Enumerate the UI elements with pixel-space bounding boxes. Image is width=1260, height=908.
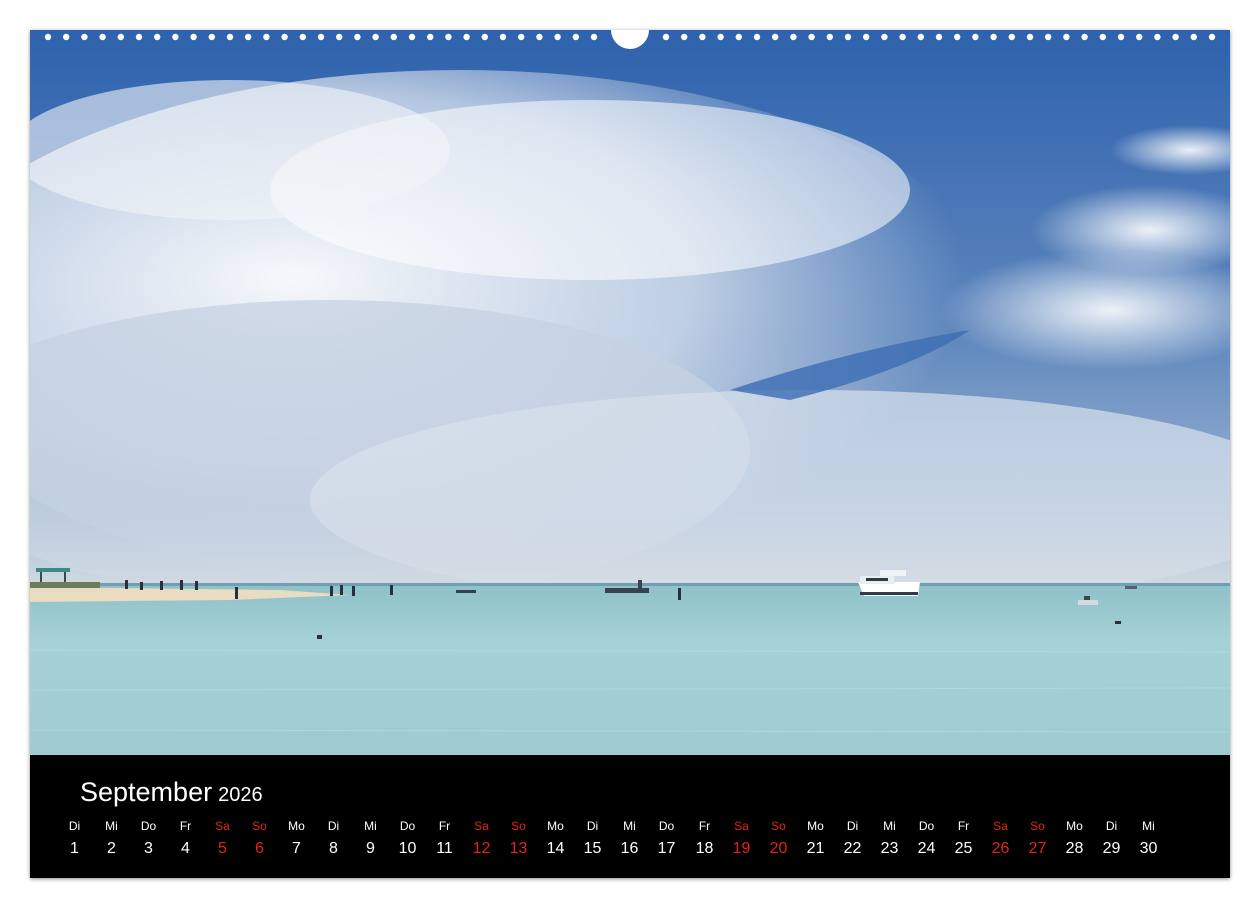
weekday-label: Mi bbox=[364, 819, 377, 833]
weekday-label: Sa bbox=[474, 819, 489, 833]
day-cell: Sa 26 bbox=[982, 817, 1019, 860]
day-cell: Sa 12 bbox=[463, 817, 500, 860]
weekday-label: Mi bbox=[105, 819, 118, 833]
day-cell: Di 1 bbox=[56, 817, 93, 860]
day-number: 14 bbox=[546, 840, 565, 857]
day-cell: Fr 25 bbox=[945, 817, 982, 860]
weekday-label: Fr bbox=[179, 819, 192, 833]
weekday-label: Di bbox=[68, 819, 81, 833]
day-cell: Mo 7 bbox=[278, 817, 315, 860]
weekday-label: Mo bbox=[1066, 819, 1083, 833]
day-cell: Do 3 bbox=[130, 817, 167, 860]
day-number: 12 bbox=[472, 840, 491, 857]
day-cell: Do 10 bbox=[389, 817, 426, 860]
weekday-label: Sa bbox=[215, 819, 230, 833]
day-cell: Di 8 bbox=[315, 817, 352, 860]
day-number: 4 bbox=[181, 840, 190, 857]
day-number: 25 bbox=[954, 840, 973, 857]
day-number: 23 bbox=[880, 840, 899, 857]
weekday-label: Fr bbox=[957, 819, 970, 833]
day-cell: So 6 bbox=[241, 817, 278, 860]
weekday-label: Do bbox=[658, 819, 675, 833]
day-number: 15 bbox=[583, 840, 602, 857]
weekday-label: Mi bbox=[623, 819, 636, 833]
day-cell: So 27 bbox=[1019, 817, 1056, 860]
weekday-label: Mo bbox=[288, 819, 305, 833]
weekday-label: Mo bbox=[547, 819, 564, 833]
day-number: 27 bbox=[1028, 840, 1047, 857]
month-title: September 2026 bbox=[80, 777, 263, 808]
day-cell: Di 22 bbox=[834, 817, 871, 860]
day-number: 30 bbox=[1139, 840, 1158, 857]
day-cell: Di 15 bbox=[574, 817, 611, 860]
day-cell: Mo 28 bbox=[1056, 817, 1093, 860]
day-number: 6 bbox=[255, 840, 264, 857]
day-number: 2 bbox=[107, 840, 116, 857]
weekday-label: Sa bbox=[734, 819, 749, 833]
weekday-label: Fr bbox=[698, 819, 711, 833]
weekday-label: So bbox=[1030, 819, 1045, 833]
day-number: 1 bbox=[70, 840, 79, 857]
weekday-label: So bbox=[252, 819, 267, 833]
day-number: 16 bbox=[620, 840, 639, 857]
day-number: 17 bbox=[657, 840, 676, 857]
day-number: 24 bbox=[917, 840, 936, 857]
day-cell: So 13 bbox=[500, 817, 537, 860]
weekday-label: Di bbox=[1105, 819, 1118, 833]
day-number: 22 bbox=[843, 840, 862, 857]
day-cell: So 20 bbox=[760, 817, 797, 860]
day-number: 8 bbox=[329, 840, 338, 857]
weekday-label: Sa bbox=[993, 819, 1008, 833]
day-cell: Mo 21 bbox=[797, 817, 834, 860]
day-number: 5 bbox=[218, 840, 227, 857]
weekday-label: Do bbox=[399, 819, 416, 833]
calendar-page: September 2026 Di 1 Mi 2 Do 3 Fr 4 Sa 5 So 6 Mo 7 Di 8 Mi… bbox=[30, 30, 1230, 878]
day-cell: Sa 19 bbox=[723, 817, 760, 860]
day-cell: Do 24 bbox=[908, 817, 945, 860]
weekday-label: Di bbox=[327, 819, 340, 833]
day-number: 20 bbox=[769, 840, 788, 857]
day-cell: Mi 9 bbox=[352, 817, 389, 860]
day-number: 13 bbox=[509, 840, 528, 857]
day-number: 3 bbox=[144, 840, 153, 857]
day-cell: Mi 2 bbox=[93, 817, 130, 860]
day-cell: Do 17 bbox=[648, 817, 685, 860]
weekday-label: So bbox=[771, 819, 786, 833]
day-cell: Fr 18 bbox=[686, 817, 723, 860]
weekday-label: Do bbox=[140, 819, 157, 833]
weekday-label: Do bbox=[918, 819, 935, 833]
day-number: 9 bbox=[366, 840, 375, 857]
beach-photo bbox=[30, 30, 1230, 755]
day-cell: Mi 16 bbox=[611, 817, 648, 860]
day-number: 21 bbox=[806, 840, 825, 857]
day-number: 26 bbox=[991, 840, 1010, 857]
day-cell: Mo 14 bbox=[537, 817, 574, 860]
day-number: 7 bbox=[292, 840, 301, 857]
day-cell: Fr 4 bbox=[167, 817, 204, 860]
weekday-label: Mi bbox=[1142, 819, 1155, 833]
day-number: 28 bbox=[1065, 840, 1084, 857]
weekday-label: Mo bbox=[807, 819, 824, 833]
day-number: 19 bbox=[732, 840, 751, 857]
weekday-label: Mi bbox=[883, 819, 896, 833]
days-grid: Di 1 Mi 2 Do 3 Fr 4 Sa 5 So 6 Mo 7 Di 8 Mi 9 Do 10 Fr 11 Sa 12 S… bbox=[69, 817, 1194, 867]
day-number: 29 bbox=[1102, 840, 1121, 857]
weekday-label: Di bbox=[586, 819, 599, 833]
weekday-label: So bbox=[511, 819, 526, 833]
day-cell: Mi 23 bbox=[871, 817, 908, 860]
day-cell: Mi 30 bbox=[1130, 817, 1167, 860]
weekday-label: Fr bbox=[438, 819, 451, 833]
month-year: 2026 bbox=[218, 784, 263, 806]
day-cell: Fr 11 bbox=[426, 817, 463, 860]
day-number: 10 bbox=[398, 840, 417, 857]
calendar-footer: September 2026 Di 1 Mi 2 Do 3 Fr 4 Sa 5 So 6 Mo 7 Di 8 Mi… bbox=[30, 755, 1230, 878]
weekday-label: Di bbox=[846, 819, 859, 833]
beach-scene-image bbox=[30, 30, 1230, 755]
day-cell: Sa 5 bbox=[204, 817, 241, 860]
day-cell: Di 29 bbox=[1093, 817, 1130, 860]
month-name: September bbox=[80, 777, 213, 807]
day-number: 11 bbox=[436, 840, 453, 857]
day-number: 18 bbox=[695, 840, 714, 857]
